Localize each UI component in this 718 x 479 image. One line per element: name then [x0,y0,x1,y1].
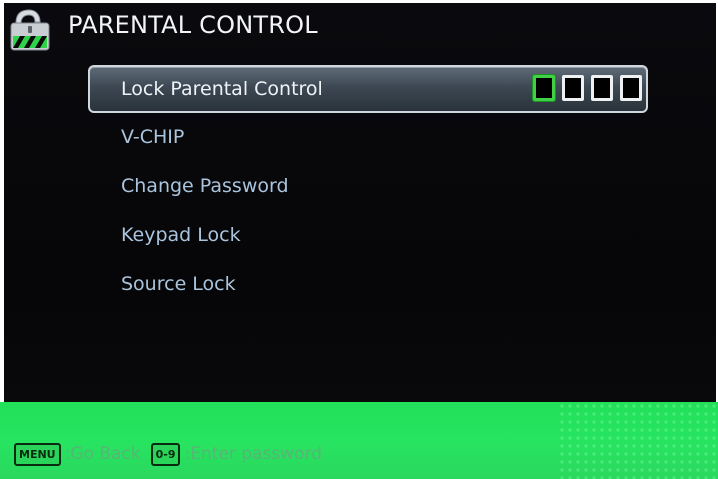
menu-item-label: Change Password [121,175,289,197]
menu-item-keypad-lock[interactable]: Keypad Lock [88,211,648,260]
pin-entry[interactable] [533,75,642,103]
pin-digit-4[interactable] [620,75,642,101]
header: PARENTAL CONTROL [4,3,716,53]
go-back-hint: :Go Back [64,444,141,464]
pin-digit-1[interactable] [533,75,555,101]
footer-hints: MENU :Go Back 0-9 :Enter password [14,440,332,468]
tv-screen: PARENTAL CONTROL Lock Parental Control V… [0,0,718,479]
digits-key-badge[interactable]: 0-9 [150,442,181,466]
menu-item-source-lock[interactable]: Source Lock [88,260,648,309]
menu-item-label: Source Lock [121,273,236,295]
lock-icon [10,9,50,51]
menu-item-label: Keypad Lock [121,224,241,246]
menu-list: Lock Parental Control V-CHIP Change Pass… [88,65,648,309]
menu-item-label: Lock Parental Control [121,78,323,100]
pin-digit-3[interactable] [591,75,613,101]
menu-item-v-chip[interactable]: V-CHIP [88,113,648,162]
menu-key-badge[interactable]: MENU [14,442,61,466]
menu-item-change-password[interactable]: Change Password [88,162,648,211]
enter-password-hint: :Enter password [184,444,322,464]
menu-item-lock-parental-control[interactable]: Lock Parental Control [88,65,648,113]
page-title: PARENTAL CONTROL [68,11,318,39]
menu-item-label: V-CHIP [121,126,185,148]
pin-digit-2[interactable] [562,75,584,101]
